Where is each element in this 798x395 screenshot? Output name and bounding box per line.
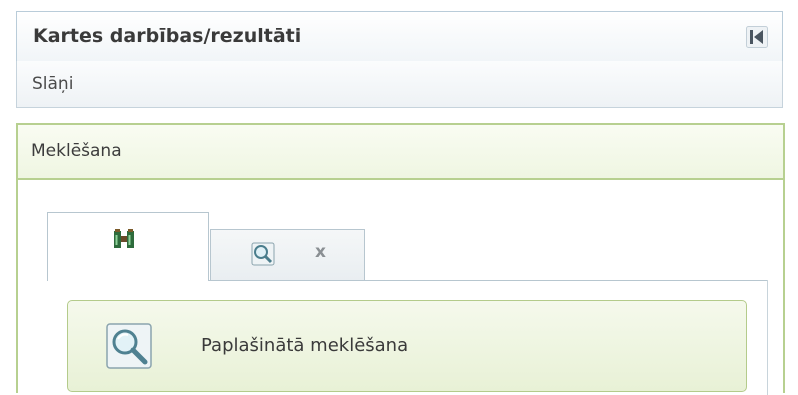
close-tab-button[interactable]: x <box>315 242 326 262</box>
search-section-label: Meklēšana <box>31 141 122 161</box>
panel-header: Kartes darbības/rezultāti <box>16 11 783 62</box>
magnifier-icon <box>251 242 275 266</box>
tab-content-border <box>767 280 768 395</box>
tab-search-results[interactable]: x <box>210 229 365 281</box>
search-section: Meklēšana x Paplašinātā meklēšana <box>16 123 785 395</box>
tab-binoculars[interactable] <box>47 212 209 281</box>
panel-title: Kartes darbības/rezultāti <box>33 25 302 47</box>
magnifier-icon <box>106 323 152 369</box>
advanced-search-label: Paplašinātā meklēšana <box>201 335 409 356</box>
binoculars-icon <box>114 229 134 248</box>
layers-section-label: Slāņi <box>32 74 74 94</box>
layers-section-header[interactable]: Slāņi <box>16 61 783 108</box>
tab-strip-divider <box>209 280 768 281</box>
collapse-left-icon[interactable] <box>746 26 768 48</box>
map-actions-panel: Kartes darbības/rezultāti Slāņi Meklēšan… <box>16 11 785 395</box>
search-section-header[interactable]: Meklēšana <box>18 125 783 180</box>
advanced-search-button[interactable]: Paplašinātā meklēšana <box>67 300 747 392</box>
